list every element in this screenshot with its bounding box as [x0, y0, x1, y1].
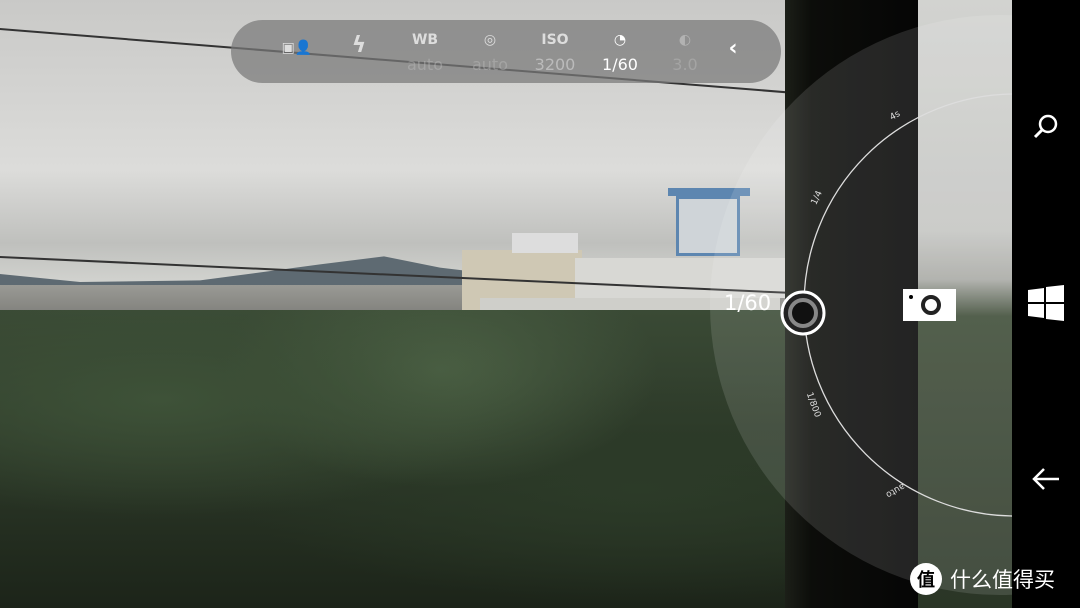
- shutter-speed-icon: ◔: [613, 32, 627, 48]
- camera-lens-icon: [921, 295, 941, 315]
- scene-mode-icon: ▣👤: [281, 40, 313, 56]
- watermark-logo: 值 什么值得买: [910, 563, 1055, 595]
- wb-button[interactable]: WB auto: [395, 28, 455, 74]
- camera-shutter-button[interactable]: [903, 289, 956, 321]
- camera-icon: [909, 295, 913, 299]
- flash-icon: ϟ: [351, 33, 367, 58]
- wb-value: auto: [406, 55, 443, 74]
- windows-icon: [1028, 285, 1064, 321]
- camera-settings-toolbar: ▣👤 ϟ WB auto ◎ auto ISO 3200 ◔ 1/60 ◐ 3.0 ‹: [231, 20, 781, 83]
- collapse-toolbar-button[interactable]: ‹: [703, 36, 763, 61]
- back-button[interactable]: [1026, 459, 1066, 499]
- iso-label: ISO: [541, 32, 569, 48]
- flash-button[interactable]: ϟ: [329, 34, 389, 58]
- shutter-speed-value: 1/60: [602, 55, 638, 74]
- camera-viewfinder[interactable]: 4s 1/4 1/800 auto 1/60: [0, 0, 1012, 608]
- navigation-bar: [1012, 0, 1080, 608]
- dial-current-value: 1/60: [724, 291, 772, 315]
- start-button[interactable]: [1026, 283, 1066, 323]
- focus-button[interactable]: ◎ auto: [460, 28, 520, 74]
- back-arrow-icon: [1032, 468, 1059, 490]
- wb-label: WB: [411, 32, 439, 48]
- shutter-dial[interactable]: [0, 0, 1012, 608]
- search-button[interactable]: [1026, 107, 1066, 147]
- shutter-speed-button[interactable]: ◔ 1/60: [590, 28, 650, 74]
- iso-button[interactable]: ISO 3200: [525, 28, 585, 74]
- search-icon: [1033, 114, 1058, 139]
- watermark-text: 什么值得买: [950, 568, 1055, 592]
- dial-handle-inner: [788, 298, 818, 328]
- chevron-left-icon: ‹: [728, 36, 738, 61]
- iso-value: 3200: [534, 55, 576, 74]
- focus-icon: ◎: [483, 32, 497, 48]
- watermark-badge: 值: [910, 563, 942, 595]
- focus-value: auto: [471, 55, 508, 74]
- scene-mode-button[interactable]: ▣👤: [267, 36, 327, 60]
